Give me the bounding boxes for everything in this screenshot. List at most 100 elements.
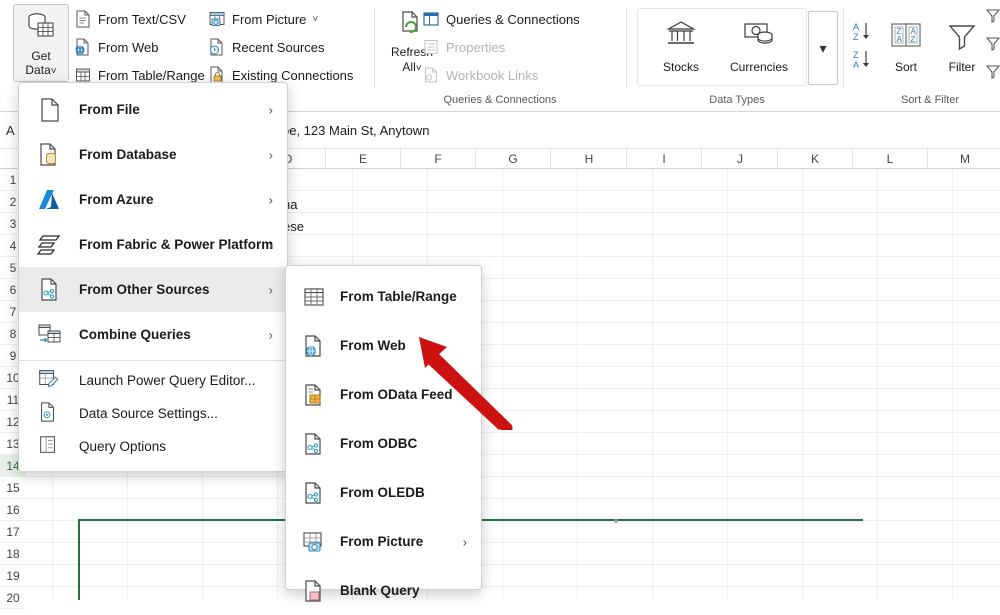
stocks-label: Stocks: [662, 60, 699, 74]
menu-item-from-azure[interactable]: From Azure ›: [19, 177, 287, 222]
from-odata-feed-icon: [302, 383, 326, 407]
menu-item-from-file[interactable]: From File ›: [19, 87, 287, 132]
column-header-E[interactable]: E: [326, 149, 401, 169]
submenu-item-from-picture[interactable]: From Picture ›: [286, 517, 481, 566]
stocks-button[interactable]: Stocks: [645, 10, 717, 84]
data-types-more-button[interactable]: ▾: [808, 11, 838, 85]
get-data-dropdown-menu[interactable]: From File › From Database › From Azure ›: [18, 82, 288, 472]
menu-item-launch-power-query-editor[interactable]: Launch Power Query Editor...: [19, 364, 287, 397]
chevron-down-icon[interactable]: ˅: [312, 14, 318, 25]
menu-item-from-azure-label: From Azure: [79, 192, 154, 207]
currencies-button[interactable]: Currencies: [723, 10, 795, 84]
ribbon-recent-sources-label: Recent Sources: [232, 39, 325, 55]
chevron-right-icon: ›: [268, 327, 273, 342]
ribbon-group-separator-2: [626, 8, 627, 88]
advanced-filter-button[interactable]: [984, 62, 1000, 84]
svg-text:A: A: [853, 60, 859, 70]
row-header-15[interactable]: 15: [0, 477, 26, 499]
submenu-item-from-odata-feed[interactable]: From OData Feed: [286, 370, 481, 419]
grid-row[interactable]: [26, 499, 1000, 521]
column-header-I[interactable]: I: [627, 149, 702, 169]
ribbon-from-table-range-label: From Table/Range: [98, 67, 205, 83]
ribbon-recent-sources[interactable]: Recent Sources: [208, 35, 325, 59]
ribbon-from-web-label: From Web: [98, 39, 159, 55]
ribbon-workbook-links-label: Workbook Links: [446, 67, 539, 83]
menu-item-from-database-label: From Database: [79, 147, 177, 162]
submenu-item-from-table-range[interactable]: From Table/Range: [286, 272, 481, 321]
from-file-icon: [37, 97, 63, 123]
row-header-20[interactable]: 20: [0, 587, 26, 609]
column-header-J[interactable]: J: [703, 149, 778, 169]
menu-item-from-other-sources[interactable]: From Other Sources ›: [19, 267, 287, 312]
svg-text:A: A: [853, 22, 859, 32]
ribbon-from-web[interactable]: From Web: [74, 35, 158, 59]
sort-label: Sort: [894, 59, 917, 74]
name-box[interactable]: A: [6, 123, 15, 138]
column-header-K[interactable]: K: [778, 149, 853, 169]
workbook-links-icon: [422, 66, 440, 84]
row-header-19[interactable]: 19: [0, 565, 26, 587]
submenu-item-from-odbc[interactable]: From ODBC: [286, 419, 481, 468]
submenu-item-from-web-label: From Web: [340, 338, 406, 353]
menu-item-launch-power-query-editor-label: Launch Power Query Editor...: [79, 373, 256, 388]
chevron-right-icon: ›: [268, 192, 273, 207]
formula-bar-content[interactable]: oe, 123 Main St, Anytown: [282, 123, 429, 138]
svg-text:Z: Z: [853, 32, 859, 42]
grid-row[interactable]: [26, 477, 1000, 499]
from-picture-icon: [302, 530, 326, 554]
menu-item-query-options[interactable]: Query Options: [19, 430, 287, 463]
ribbon-from-picture[interactable]: From Picture ˅: [208, 7, 318, 31]
menu-item-from-database[interactable]: From Database ›: [19, 132, 287, 177]
row-header-18[interactable]: 18: [0, 543, 26, 565]
filter-button[interactable]: Filter: [936, 12, 988, 82]
chevron-down-icon[interactable]: ˅: [51, 66, 57, 77]
column-header-F[interactable]: F: [401, 149, 476, 169]
from-other-sources-icon: [37, 277, 63, 303]
column-header-G[interactable]: G: [476, 149, 551, 169]
column-header-H[interactable]: H: [552, 149, 627, 169]
filter-label: Filter: [948, 59, 976, 74]
ribbon-properties-label: Properties: [446, 39, 506, 55]
get-data-button[interactable]: Get Data˅: [13, 4, 69, 82]
menu-item-data-source-settings-label: Data Source Settings...: [79, 406, 218, 421]
sort-button[interactable]: Z A A Z Sort: [884, 12, 928, 82]
ribbon-from-text-csv[interactable]: From Text/CSV: [74, 7, 186, 31]
refresh-all-label-line2: All: [402, 60, 416, 74]
web-icon: [74, 38, 92, 56]
from-other-sources-submenu[interactable]: From Table/Range From Web From OData Fee…: [285, 265, 482, 602]
ribbon-workbook-links: Workbook Links: [422, 63, 538, 87]
menu-item-from-fabric-power-platform-label: From Fabric & Power Platform: [79, 237, 274, 252]
chevron-right-icon: ›: [268, 102, 273, 117]
submenu-item-from-oledb[interactable]: From OLEDB: [286, 468, 481, 517]
menu-item-data-source-settings[interactable]: Data Source Settings...: [19, 397, 287, 430]
chevron-down-icon[interactable]: ˅: [416, 63, 422, 74]
chevron-right-icon: ›: [268, 147, 273, 162]
sort-a-to-z-button[interactable]: A Z: [850, 22, 880, 46]
sort-z-to-a-icon: Z A: [851, 48, 879, 77]
get-data-label-line1: Get: [31, 49, 51, 63]
chevron-right-icon: ›: [462, 534, 467, 549]
menu-item-combine-queries[interactable]: Combine Queries ›: [19, 312, 287, 357]
clear-filter-icon: [985, 7, 1000, 28]
row-header-17[interactable]: 17: [0, 521, 26, 543]
combine-queries-icon: [37, 322, 63, 348]
column-header-M[interactable]: M: [928, 149, 1000, 169]
clear-filter-button[interactable]: [984, 6, 1000, 28]
query-options-icon: [37, 434, 63, 460]
reapply-filter-button[interactable]: [984, 34, 1000, 56]
menu-item-query-options-label: Query Options: [79, 439, 167, 454]
submenu-item-from-web[interactable]: From Web: [286, 321, 481, 370]
ribbon-from-text-csv-label: From Text/CSV: [98, 11, 186, 27]
submenu-item-blank-query[interactable]: Blank Query: [286, 566, 481, 615]
text-csv-icon: [74, 10, 92, 28]
advanced-filter-icon: [985, 63, 1000, 84]
menu-item-from-fabric-power-platform[interactable]: From Fabric & Power Platform ›: [19, 222, 287, 267]
ribbon-queries-connections[interactable]: Queries & Connections: [422, 7, 580, 31]
row-header-16[interactable]: 16: [0, 499, 26, 521]
column-header-L[interactable]: L: [853, 149, 928, 169]
from-database-icon: [37, 142, 63, 168]
from-odbc-icon: [302, 432, 326, 456]
sort-z-to-a-button[interactable]: Z A: [850, 50, 880, 74]
menu-divider: [19, 360, 287, 361]
ribbon-queries-connections-label: Queries & Connections: [446, 11, 580, 27]
